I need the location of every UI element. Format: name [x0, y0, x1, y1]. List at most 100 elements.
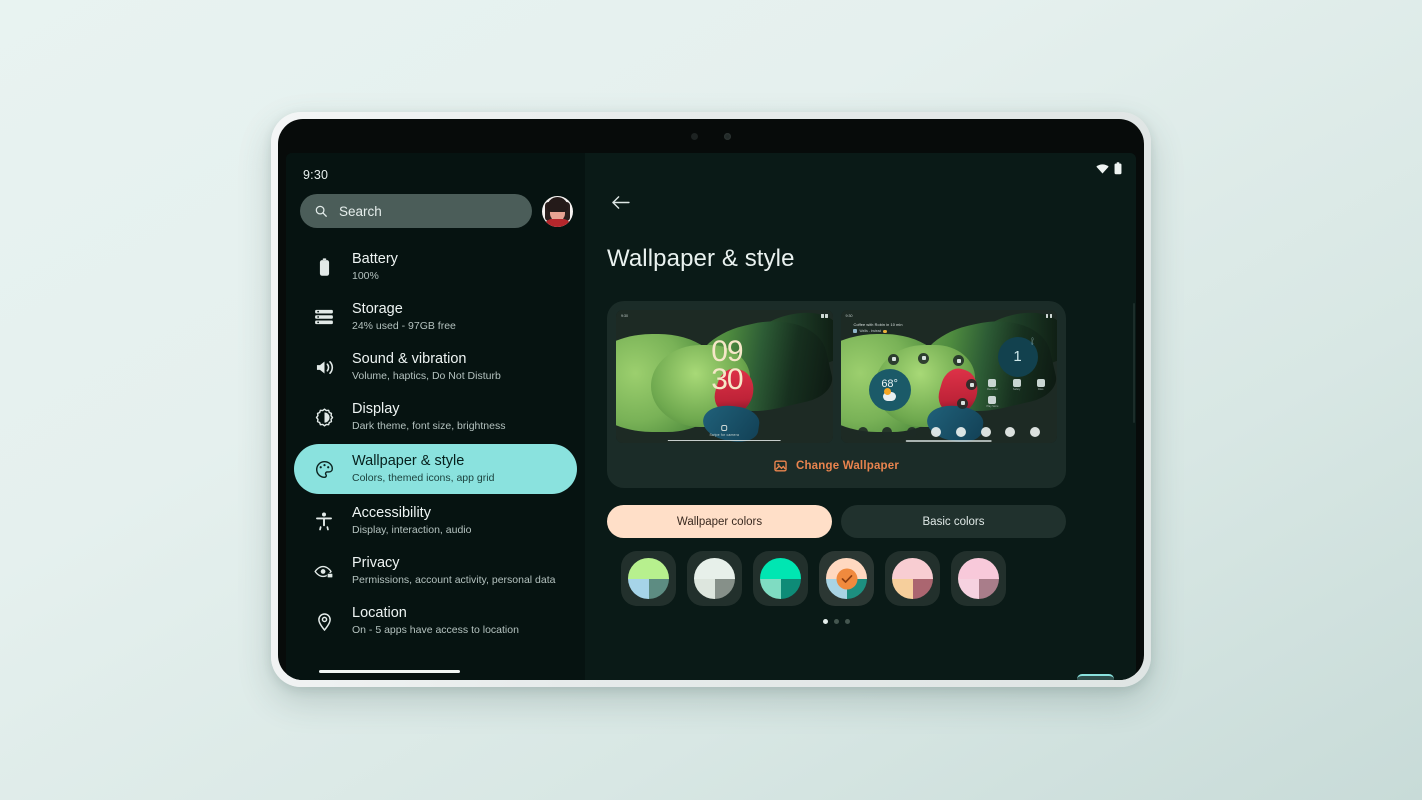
system-status-icons — [1096, 162, 1122, 175]
tab-wallpaper-colors[interactable]: Wallpaper colors — [607, 505, 832, 538]
sensor-dot-icon — [691, 132, 698, 140]
dock-icon — [956, 427, 966, 437]
home-app-label: Safety — [1012, 388, 1021, 392]
color-swatch-6[interactable] — [951, 551, 1006, 606]
home-app[interactable]: Play Store — [983, 396, 1001, 408]
wallpaper-style-pane: Wallpaper & style 9:30 09 30 Swipe for c… — [585, 153, 1136, 680]
sidebar-item-display[interactable]: Display Dark theme, font size, brightnes… — [294, 392, 577, 442]
tab-basic-colors[interactable]: Basic colors — [841, 505, 1066, 538]
clock-widget[interactable]: 1 Clock — [997, 336, 1038, 377]
notification-title: Coffee with Robin in 10 min — [853, 323, 903, 328]
color-swatch-4[interactable] — [819, 551, 874, 606]
search-input[interactable]: Search — [300, 194, 532, 228]
sidebar-item-storage[interactable]: Storage 24% used - 97GB free — [294, 292, 577, 342]
swatch-pie — [892, 558, 933, 599]
battery-icon — [314, 257, 334, 277]
lock-clock: 09 30 — [711, 334, 743, 396]
sidebar-item-subtitle: Colors, themed icons, app grid — [352, 472, 495, 485]
weather-widget[interactable]: 68° — [868, 368, 911, 411]
sidebar-item-subtitle: Display, interaction, audio — [352, 524, 472, 537]
settings-sidebar: 9:30 Search Battery 100% Storage 24% use… — [286, 153, 585, 680]
sidebar-item-privacy[interactable]: Privacy Permissions, account activity, p… — [294, 546, 577, 596]
color-swatch-2[interactable] — [687, 551, 742, 606]
sidebar-item-title: Privacy — [352, 555, 400, 571]
preview-home-indicator — [667, 439, 781, 441]
sidebar-item-title: Display — [352, 401, 400, 417]
image-icon — [774, 460, 787, 472]
storage-icon — [314, 309, 334, 325]
back-arrow-icon — [611, 195, 630, 209]
sidebar-item-wallpaper-style[interactable]: Wallpaper & style Colors, themed icons, … — [294, 444, 577, 494]
sound-icon — [314, 359, 334, 376]
weather-cloud-icon — [883, 387, 897, 401]
sidebar-item-accessibility[interactable]: Accessibility Display, interaction, audi… — [294, 496, 577, 546]
profile-avatar[interactable] — [542, 195, 573, 227]
swatch-selected-check — [836, 568, 857, 589]
notification-subtitle: Wallis - Instead — [859, 329, 882, 334]
dock-icon — [1005, 427, 1016, 437]
clock-widget-digit: 1 — [1013, 348, 1022, 366]
system-home-indicator[interactable] — [319, 669, 460, 673]
pager-dot-active[interactable] — [823, 619, 828, 624]
color-swatch-list — [621, 551, 1056, 606]
location-pin-icon — [314, 612, 334, 631]
sidebar-item-title: Battery — [352, 251, 398, 267]
dock-icon — [980, 427, 991, 437]
search-placeholder: Search — [339, 203, 382, 219]
change-wallpaper-label: Change Wallpaper — [795, 460, 900, 472]
home-app-icon — [918, 352, 930, 364]
notification-chip: Coffee with Robin in 10 min Wallis - Ins… — [853, 323, 961, 334]
pager-dot[interactable] — [845, 619, 850, 624]
sidebar-item-title: Sound & vibration — [352, 351, 467, 367]
swatch-pie — [694, 558, 735, 599]
home-app-label: Play Store — [986, 405, 999, 409]
tablet-device: 9:30 Search Battery 100% Storage 24% use… — [271, 112, 1151, 687]
bottom-sheet-edge[interactable] — [1077, 674, 1114, 680]
pager-dot[interactable] — [834, 619, 839, 624]
dock-icon — [931, 427, 942, 437]
sidebar-item-subtitle: Volume, haptics, Do Not Disturb — [352, 370, 501, 383]
swatch-pie — [826, 558, 867, 599]
preview-status-icons — [821, 314, 828, 318]
scrollbar[interactable] — [1133, 303, 1135, 423]
color-swatch-1[interactable] — [621, 551, 676, 606]
sidebar-item-sound[interactable]: Sound & vibration Volume, haptics, Do No… — [294, 342, 577, 392]
lock-clock-minutes: 30 — [711, 362, 743, 396]
palette-icon — [314, 460, 334, 479]
home-app-label: Recorder — [987, 388, 998, 392]
page-title: Wallpaper & style — [607, 245, 795, 272]
preview-thumbnails: 9:30 09 30 Swipe for camera 9:30 Coffee … — [616, 310, 1057, 443]
status-bar-clock: 9:30 — [303, 168, 329, 182]
wallpaper-preview-card: 9:30 09 30 Swipe for camera 9:30 Coffee … — [607, 301, 1066, 488]
lock-icon — [721, 425, 728, 431]
sidebar-item-title: Location — [352, 605, 407, 621]
notification-meta: Wallis - Instead — [853, 329, 961, 334]
color-swatch-5[interactable] — [885, 551, 940, 606]
change-wallpaper-button[interactable]: Change Wallpaper — [616, 443, 1057, 489]
privacy-eye-icon — [314, 564, 334, 579]
lock-footer-text: Swipe for camera — [709, 433, 740, 437]
front-camera-icon — [724, 132, 731, 140]
swatch-pie — [958, 558, 999, 599]
clock-widget-label: Clock — [1030, 337, 1035, 345]
wifi-icon — [1096, 163, 1109, 173]
home-screen-preview[interactable]: 9:30 Coffee with Robin in 10 min Wallis … — [840, 310, 1057, 443]
lock-screen-preview[interactable]: 9:30 09 30 Swipe for camera — [616, 310, 833, 443]
swatch-pager — [607, 619, 1066, 624]
home-app[interactable]: Safety — [1008, 379, 1026, 391]
home-app[interactable]: Recorder — [983, 379, 1001, 391]
dock-icon — [906, 427, 917, 437]
sidebar-item-subtitle: On - 5 apps have access to location — [352, 624, 519, 637]
preview-status-time: 9:30 — [621, 314, 628, 318]
sidebar-item-title: Wallpaper & style — [352, 453, 465, 469]
back-button[interactable] — [607, 189, 633, 215]
color-swatch-3[interactable] — [753, 551, 808, 606]
home-app[interactable]: Files — [1032, 379, 1050, 391]
dock-icon — [1029, 427, 1040, 437]
check-icon — [841, 574, 852, 583]
sidebar-item-battery[interactable]: Battery 100% — [294, 242, 577, 292]
sidebar-item-location[interactable]: Location On - 5 apps have access to loca… — [294, 596, 577, 646]
sidebar-item-subtitle: 100% — [352, 270, 379, 283]
device-bezel: 9:30 Search Battery 100% Storage 24% use… — [278, 119, 1144, 680]
lock-clock-hours: 09 — [711, 334, 743, 368]
